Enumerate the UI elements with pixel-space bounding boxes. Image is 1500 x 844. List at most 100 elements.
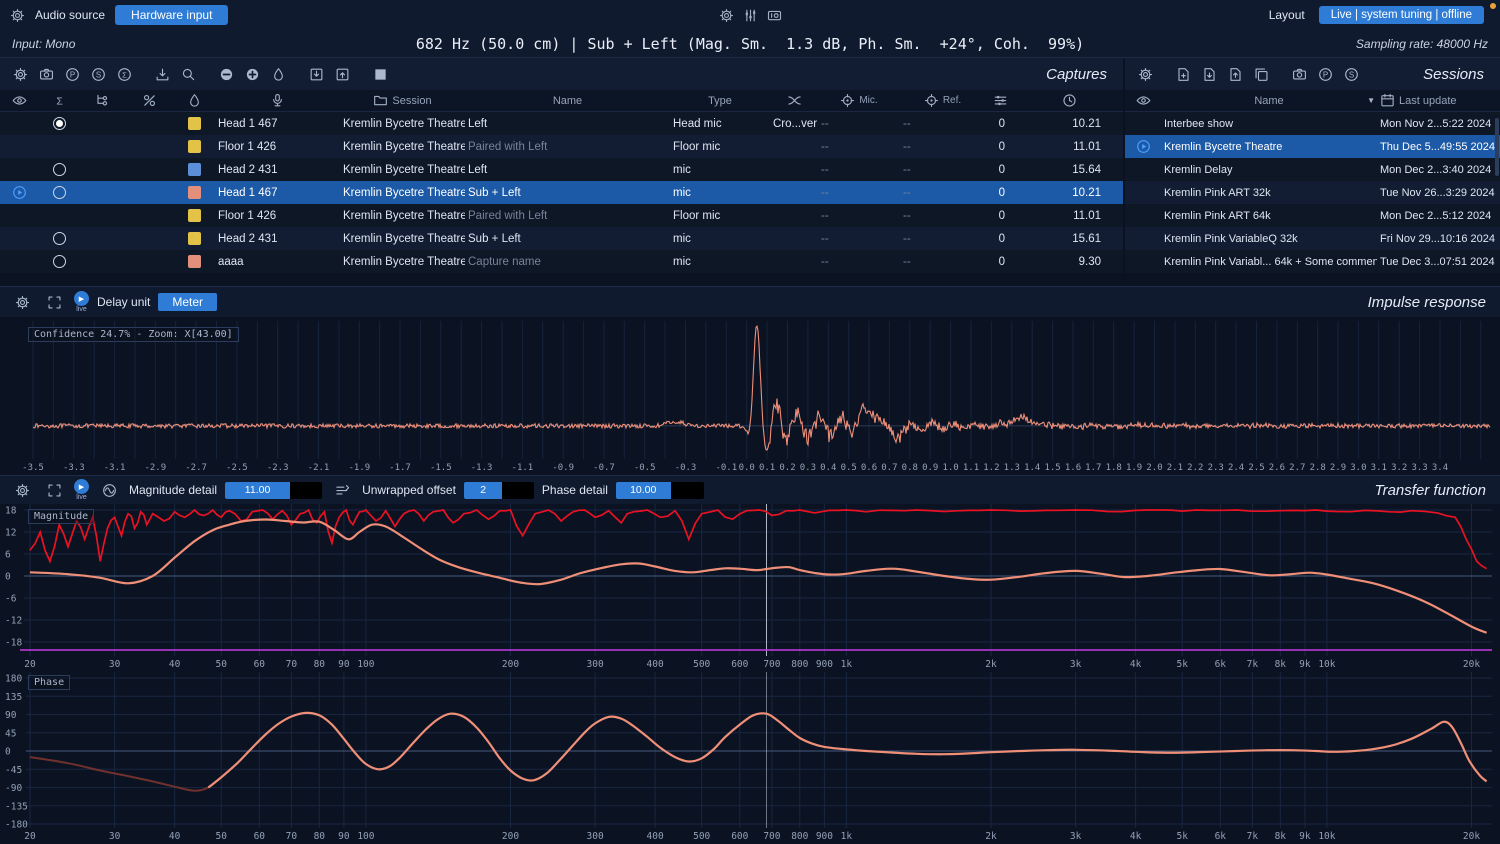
- crossover-column-icon[interactable]: [787, 93, 802, 108]
- capture-row[interactable]: Head 2 431 Kremlin Bycetre Theatre Left …: [0, 158, 1123, 181]
- capture-select-radio[interactable]: [53, 255, 66, 268]
- magnitude-detail-input[interactable]: 11.00: [225, 482, 322, 499]
- session-row[interactable]: Interbee show Mon Nov 2...5:22 2024: [1125, 112, 1500, 135]
- mic-column-icon[interactable]: [270, 93, 285, 108]
- audio-source-gear-icon[interactable]: [10, 8, 25, 23]
- sum-column-icon[interactable]: Σ: [52, 93, 67, 108]
- layout-label[interactable]: Layout: [1269, 8, 1305, 22]
- add-capture-icon[interactable]: [240, 63, 264, 85]
- export-session-icon[interactable]: [1223, 63, 1247, 85]
- phase-chart[interactable]: Phase 2030405060708090100200300400500600…: [0, 672, 1500, 844]
- session-p-icon[interactable]: P: [1313, 63, 1337, 85]
- impulse-chart[interactable]: Confidence 24.7% - Zoom: X[43.00] -3.5-3…: [0, 317, 1500, 475]
- hardware-input-button[interactable]: Hardware input: [115, 5, 228, 25]
- store-s-icon[interactable]: S: [86, 63, 110, 85]
- capture-color-swatch[interactable]: [188, 163, 201, 176]
- capture-select-radio[interactable]: [53, 117, 66, 130]
- session-row[interactable]: Kremlin Pink ART 64k Mon Dec 2...5:12 20…: [1125, 204, 1500, 227]
- session-camera-icon[interactable]: [1287, 63, 1311, 85]
- session-s-icon[interactable]: S: [1339, 63, 1363, 85]
- stop-square-icon[interactable]: [368, 63, 392, 85]
- polarity-column-icon[interactable]: [142, 93, 157, 108]
- capture-select-radio[interactable]: [53, 163, 66, 176]
- zoom-icon[interactable]: [176, 63, 200, 85]
- gear-icon[interactable]: [10, 291, 34, 313]
- ref-column-label[interactable]: Ref.: [943, 95, 961, 106]
- remove-capture-icon[interactable]: [214, 63, 238, 85]
- svg-text:1.9: 1.9: [1126, 463, 1142, 473]
- capture-select-radio[interactable]: [53, 186, 66, 199]
- store-sum-icon[interactable]: Σ: [112, 63, 136, 85]
- store-p-icon[interactable]: P: [60, 63, 84, 85]
- visibility-column-icon[interactable]: [12, 93, 27, 108]
- svg-text:180: 180: [5, 674, 22, 685]
- phase-detail-input[interactable]: 10.00: [616, 482, 704, 499]
- import-session-icon[interactable]: [1197, 63, 1221, 85]
- capture-row[interactable]: aaaa Kremlin Bycetre Theatre Capture nam…: [0, 250, 1123, 273]
- session-row[interactable]: Kremlin Delay Mon Dec 2...3:40 2024: [1125, 158, 1500, 181]
- capture-color-swatch[interactable]: [188, 186, 201, 199]
- time-column-icon[interactable]: [1062, 93, 1077, 108]
- capture-time: 15.61: [1015, 233, 1123, 245]
- phase-mode-icon[interactable]: [97, 479, 121, 501]
- live-button[interactable]: ▶live: [74, 291, 89, 313]
- capture-row[interactable]: Head 2 431 Kremlin Bycetre Theatre Sub +…: [0, 227, 1123, 250]
- svg-text:10k: 10k: [1318, 831, 1335, 842]
- session-column-label[interactable]: Session: [392, 95, 431, 107]
- capture-color-swatch[interactable]: [188, 232, 201, 245]
- mic-column-label[interactable]: Mic.: [859, 95, 877, 106]
- session-row[interactable]: Kremlin Pink VariableQ 32k Fri Nov 29...…: [1125, 227, 1500, 250]
- capture-ref-position: --: [900, 233, 985, 245]
- sessions-scrollbar[interactable]: [1495, 118, 1499, 176]
- capture-row[interactable]: Head 1 467 Kremlin Bycetre Theatre Sub +…: [0, 181, 1123, 204]
- mode-button[interactable]: Live | system tuning | offline: [1319, 6, 1484, 24]
- sort-descending-icon[interactable]: ▼: [1367, 96, 1375, 105]
- fullscreen-icon[interactable]: [42, 479, 66, 501]
- fullscreen-icon[interactable]: [42, 291, 66, 313]
- unwrap-icon[interactable]: [330, 479, 354, 501]
- session-row[interactable]: Kremlin Pink ART 32k Tue Nov 26...3:29 2…: [1125, 181, 1500, 204]
- magnitude-chart[interactable]: Magnitude 203040506070809010020030040050…: [0, 504, 1500, 672]
- visibility-column-icon[interactable]: [1136, 93, 1151, 108]
- session-row[interactable]: Kremlin Pink Variabl... 64k + Some comme…: [1125, 250, 1500, 273]
- live-button[interactable]: ▶live: [74, 479, 89, 501]
- color-column-icon[interactable]: [187, 93, 202, 108]
- svg-text:200: 200: [502, 659, 519, 670]
- export-captures-icon[interactable]: [150, 63, 174, 85]
- session-play-icon[interactable]: [1136, 139, 1151, 154]
- duplicate-session-icon[interactable]: [1249, 63, 1273, 85]
- import-capture-icon[interactable]: [304, 63, 328, 85]
- capture-play-icon[interactable]: [12, 185, 27, 200]
- svg-text:900: 900: [816, 659, 833, 670]
- type-column-label[interactable]: Type: [708, 95, 732, 107]
- capture-color-swatch[interactable]: [188, 255, 201, 268]
- tuner-icon[interactable]: [743, 8, 758, 23]
- capture-select-radio[interactable]: [53, 232, 66, 245]
- last-update-column-label[interactable]: Last update: [1399, 95, 1457, 107]
- store-capture-icon[interactable]: [34, 63, 58, 85]
- io-icon[interactable]: [767, 8, 782, 23]
- meter-button[interactable]: Meter: [158, 293, 217, 311]
- color-reset-icon[interactable]: [266, 63, 290, 85]
- gear-icon[interactable]: [8, 63, 32, 85]
- gain-column-icon[interactable]: [993, 93, 1008, 108]
- settings-gear-icon[interactable]: [719, 8, 734, 23]
- gear-icon[interactable]: [10, 479, 34, 501]
- session-row[interactable]: Kremlin Bycetre Theatre Thu Dec 5...49:5…: [1125, 135, 1500, 158]
- name-column-label[interactable]: Name: [553, 95, 582, 107]
- capture-color-swatch[interactable]: [188, 117, 201, 130]
- group-column-icon[interactable]: [95, 93, 110, 108]
- capture-row[interactable]: Head 1 467 Kremlin Bycetre Theatre Left …: [0, 112, 1123, 135]
- sessions-name-column-label[interactable]: Name: [1254, 95, 1283, 107]
- capture-row[interactable]: Floor 1 426 Kremlin Bycetre Theatre Pair…: [0, 204, 1123, 227]
- unwrapped-offset-input[interactable]: 2: [464, 482, 534, 499]
- capture-row[interactable]: Floor 1 426 Kremlin Bycetre Theatre Pair…: [0, 135, 1123, 158]
- capture-color-swatch[interactable]: [188, 209, 201, 222]
- captures-toolbar: PSΣ Captures: [0, 58, 1123, 90]
- export-capture-icon[interactable]: [330, 63, 354, 85]
- new-session-icon[interactable]: [1171, 63, 1195, 85]
- gear-icon[interactable]: [1133, 63, 1157, 85]
- capture-color-swatch[interactable]: [188, 140, 201, 153]
- svg-text:2.7: 2.7: [1289, 463, 1305, 473]
- svg-text:0.4: 0.4: [820, 463, 836, 473]
